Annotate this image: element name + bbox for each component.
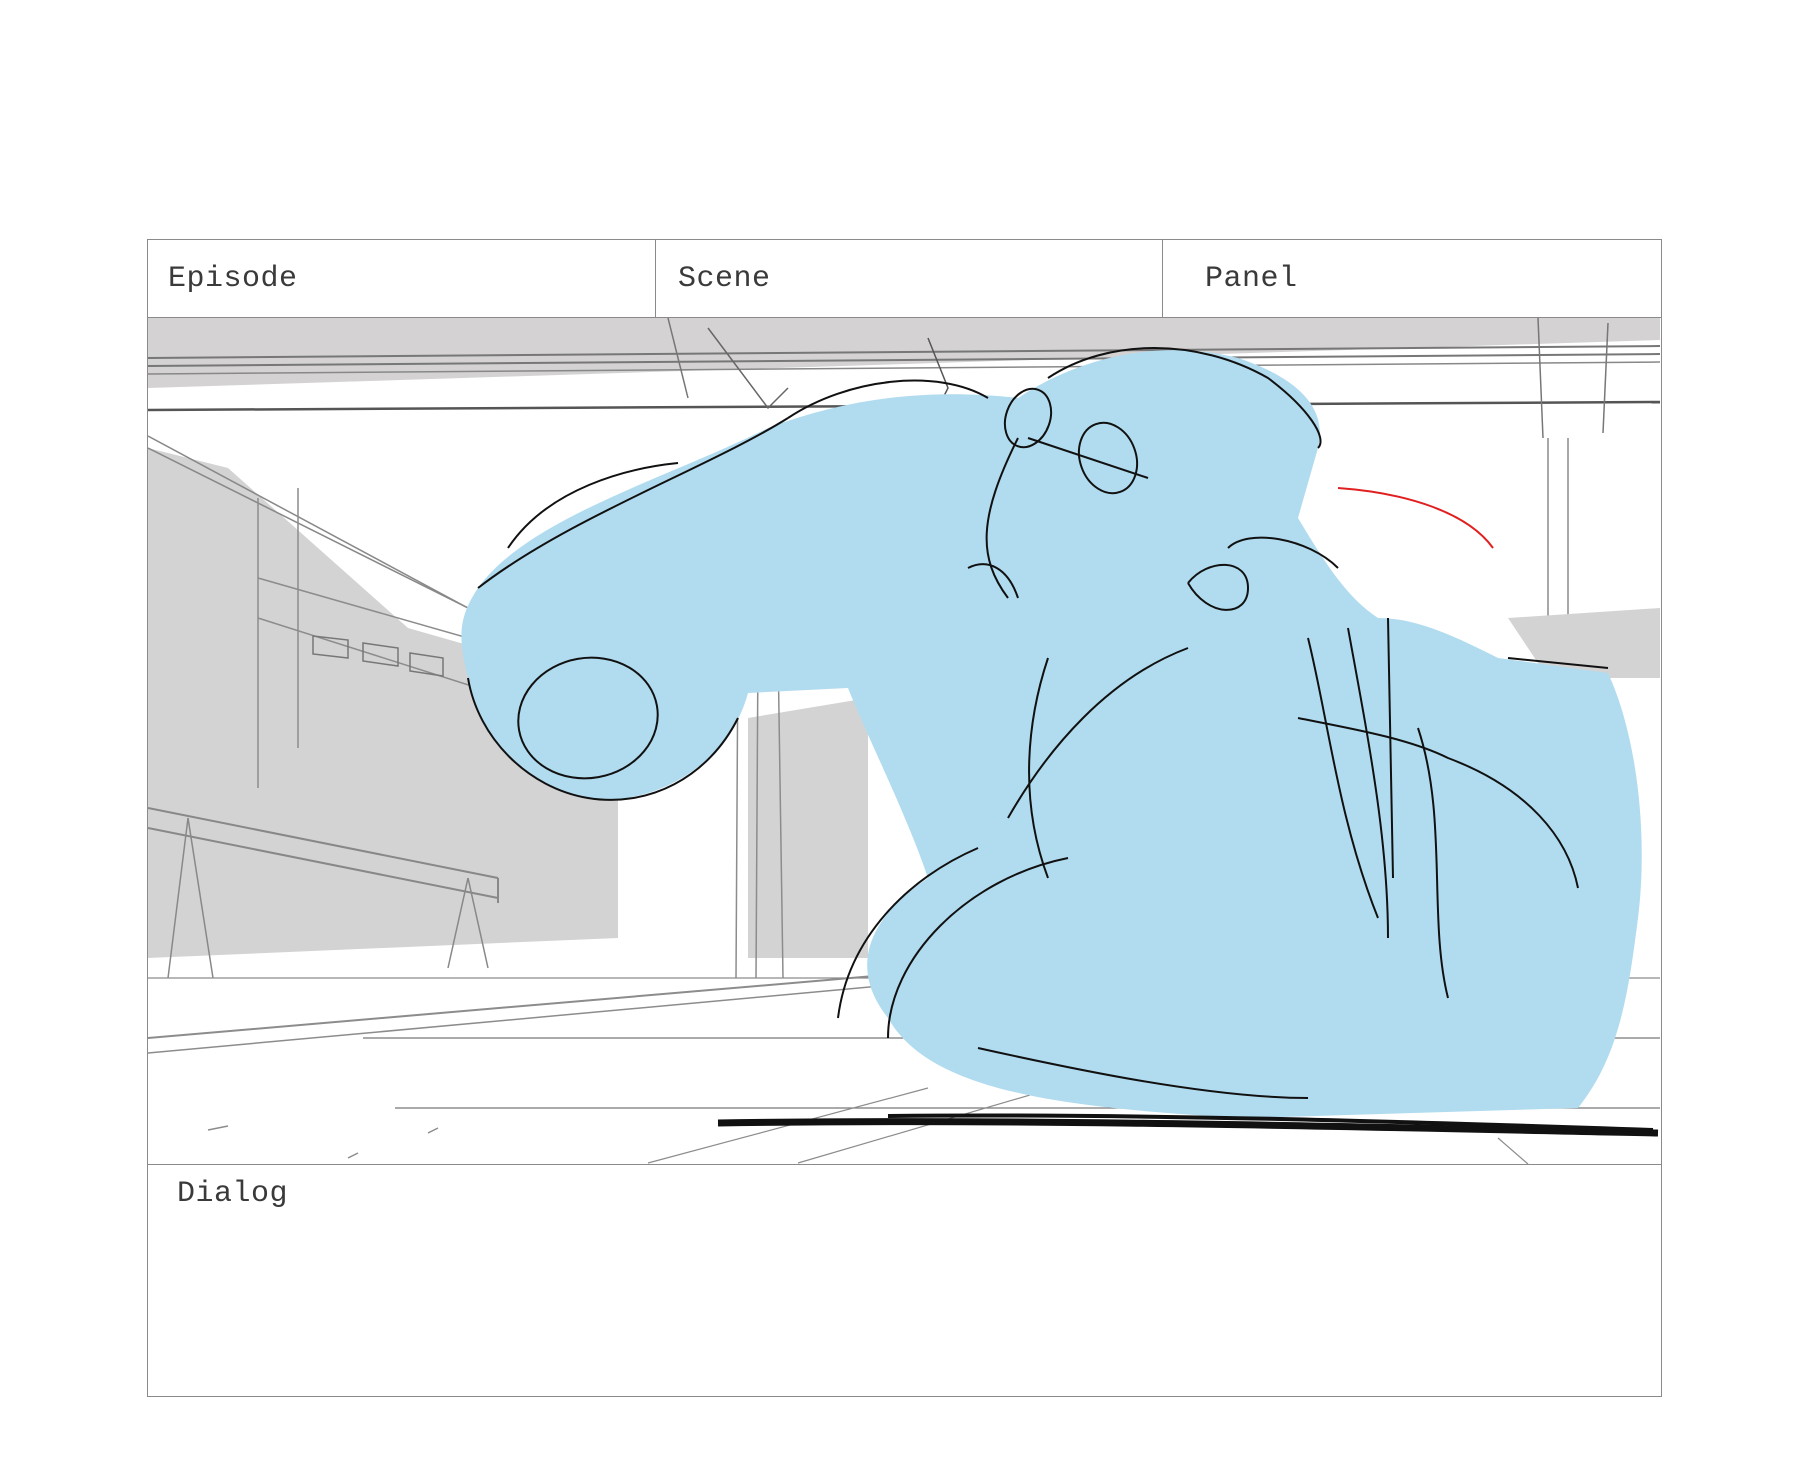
episode-label: Episode <box>168 262 298 296</box>
dialog-section[interactable]: Dialog <box>148 1165 1661 1397</box>
dialog-label: Dialog <box>177 1177 289 1211</box>
storyboard-panel-sheet: Episode Scene Panel Dialog <box>147 239 1662 1397</box>
red-motion-line <box>1337 487 1494 549</box>
character-figure <box>461 350 1642 1118</box>
episode-field[interactable]: Episode <box>148 240 656 317</box>
panel-field[interactable]: Panel <box>1163 240 1661 317</box>
scene-field[interactable]: Scene <box>656 240 1163 317</box>
storyboard-sketch <box>148 318 1660 1164</box>
storyboard-drawing-area <box>148 318 1661 1165</box>
panel-label: Panel <box>1205 262 1298 296</box>
panel-header: Episode Scene Panel <box>148 240 1661 318</box>
scene-label: Scene <box>678 262 771 296</box>
